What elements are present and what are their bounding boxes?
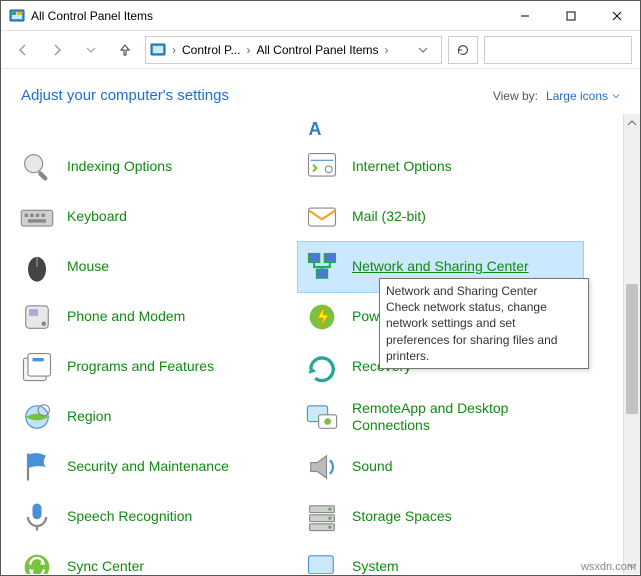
- chevron-right-icon: ›: [383, 43, 391, 57]
- recovery-icon: [304, 349, 340, 385]
- page-title: Adjust your computer's settings: [21, 87, 229, 104]
- phone-icon: [19, 299, 55, 335]
- list-item[interactable]: Programs and Features: [13, 342, 298, 392]
- sound-icon: [304, 449, 340, 485]
- flag-icon: [19, 449, 55, 485]
- list-item[interactable]: Keyboard: [13, 192, 298, 242]
- list-item[interactable]: Sync Center: [13, 542, 298, 574]
- refresh-button[interactable]: [448, 36, 478, 64]
- tooltip: Network and Sharing Center Check network…: [379, 278, 589, 369]
- list-item[interactable]: Storage Spaces: [298, 492, 583, 542]
- close-button[interactable]: [594, 1, 640, 31]
- control-panel-icon: [150, 42, 166, 58]
- region-icon: [19, 399, 55, 435]
- mouse-icon: [19, 249, 55, 285]
- minimize-button[interactable]: [502, 1, 548, 31]
- breadcrumb-segment[interactable]: All Control Panel Items: [252, 41, 382, 59]
- power-icon: [304, 299, 340, 335]
- list-item[interactable]: Mouse: [13, 242, 298, 292]
- up-button[interactable]: [111, 36, 139, 64]
- list-item[interactable]: RemoteApp and Desktop Connections: [298, 392, 583, 442]
- system-icon: [304, 549, 340, 574]
- content-area: Indexing Options Keyboard Mouse Phone an…: [1, 114, 640, 574]
- control-panel-icon: [9, 8, 25, 24]
- indexing-icon: [19, 149, 55, 185]
- list-item[interactable]: Region: [13, 392, 298, 442]
- tooltip-body: Check network status, change network set…: [386, 299, 582, 364]
- items-column-left: Indexing Options Keyboard Mouse Phone an…: [13, 114, 298, 574]
- navbar: › Control P... › All Control Panel Items…: [1, 31, 640, 69]
- watermark: wsxdn.com: [581, 561, 636, 573]
- internet-options-icon: [304, 149, 340, 185]
- content-header: Adjust your computer's settings View by:…: [1, 69, 640, 114]
- list-item[interactable]: Indexing Options: [13, 142, 298, 192]
- vertical-scrollbar[interactable]: [623, 114, 640, 574]
- list-item[interactable]: Mail (32-bit): [298, 192, 583, 242]
- list-item[interactable]: [13, 114, 298, 142]
- address-dropdown[interactable]: [409, 37, 437, 63]
- search-input[interactable]: [491, 42, 641, 58]
- search-box[interactable]: [484, 36, 632, 64]
- chevron-right-icon: ›: [170, 43, 178, 57]
- storage-icon: [304, 499, 340, 535]
- list-item[interactable]: Sound: [298, 442, 583, 492]
- maximize-button[interactable]: [548, 1, 594, 31]
- breadcrumb-segment[interactable]: Control P...: [178, 41, 244, 59]
- tooltip-title: Network and Sharing Center: [386, 283, 582, 299]
- mail-icon: [304, 199, 340, 235]
- list-item[interactable]: Security and Maintenance: [13, 442, 298, 492]
- recent-dropdown[interactable]: [77, 36, 105, 64]
- list-item[interactable]: Phone and Modem: [13, 292, 298, 342]
- chevron-right-icon: ›: [244, 43, 252, 57]
- remoteapp-icon: [304, 399, 340, 435]
- window-title: All Control Panel Items: [31, 9, 153, 23]
- view-by-dropdown[interactable]: Large icons: [546, 89, 620, 103]
- programs-icon: [19, 349, 55, 385]
- forward-button[interactable]: [43, 36, 71, 64]
- view-by-label: View by:: [493, 89, 538, 103]
- microphone-icon: [19, 499, 55, 535]
- list-item[interactable]: System: [298, 542, 583, 574]
- keyboard-icon: [19, 199, 55, 235]
- address-bar[interactable]: › Control P... › All Control Panel Items…: [145, 36, 442, 64]
- list-item[interactable]: Internet Options: [298, 142, 583, 192]
- fonts-icon: A: [304, 119, 340, 137]
- network-icon: [304, 249, 340, 285]
- chevron-down-icon: [612, 92, 620, 100]
- titlebar: All Control Panel Items: [1, 1, 640, 31]
- list-item[interactable]: A: [298, 114, 583, 142]
- sync-icon: [19, 549, 55, 574]
- scrollbar-thumb[interactable]: [626, 284, 638, 414]
- scroll-up-button[interactable]: [624, 114, 640, 131]
- back-button[interactable]: [9, 36, 37, 64]
- svg-text:A: A: [309, 119, 322, 138]
- list-item[interactable]: Speech Recognition: [13, 492, 298, 542]
